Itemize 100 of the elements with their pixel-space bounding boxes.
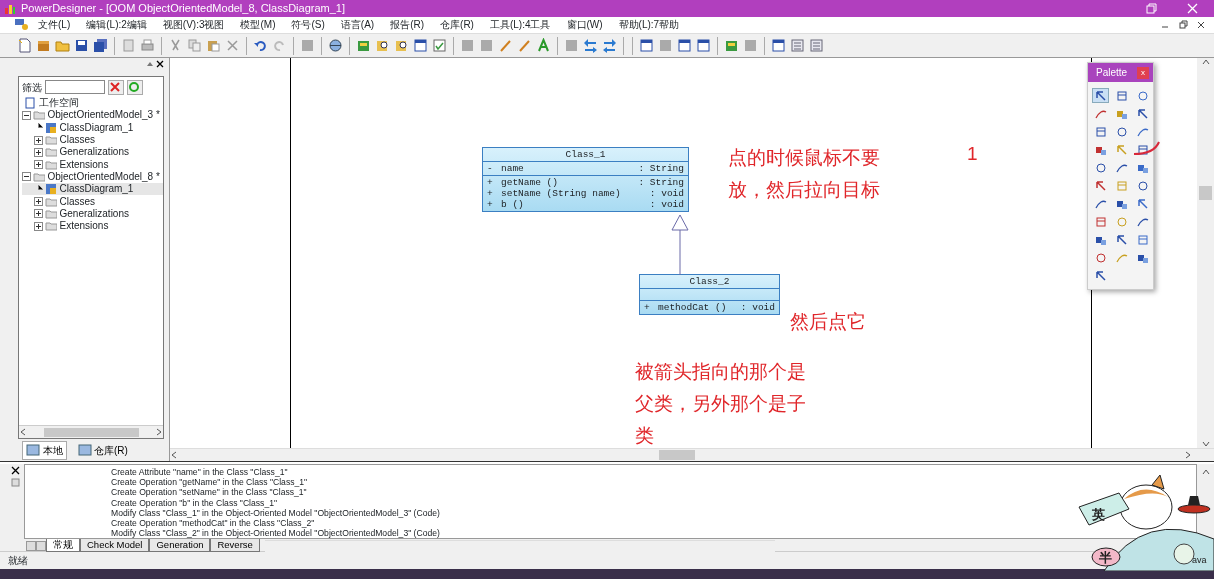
- close-icon[interactable]: [156, 60, 164, 68]
- menu-item[interactable]: 视图(V):3视图: [154, 17, 233, 33]
- restore-icon[interactable]: [1178, 20, 1188, 30]
- expander-icon[interactable]: [21, 172, 31, 182]
- output-tab[interactable]: 常规: [46, 539, 80, 553]
- forward-icon[interactable]: [602, 38, 617, 53]
- new-file-icon[interactable]: [17, 38, 32, 53]
- menu-item[interactable]: 报告(R): [382, 17, 433, 33]
- diagram-icon[interactable]: [413, 38, 428, 53]
- tab-right-icon[interactable]: [36, 540, 46, 551]
- tool-icon: [1115, 179, 1128, 192]
- close-icon[interactable]: [11, 466, 20, 475]
- operation-row: + getName () : String: [487, 177, 684, 188]
- paste-icon[interactable]: [206, 38, 221, 53]
- local-icon: [26, 444, 40, 456]
- palette-tool[interactable]: [1092, 88, 1109, 103]
- scroll-thumb[interactable]: [43, 427, 139, 437]
- save-icon[interactable]: [74, 38, 89, 53]
- back-icon[interactable]: [583, 38, 598, 53]
- menu-item[interactable]: 模型(M): [232, 17, 284, 33]
- menu-item[interactable]: 仓库(R): [432, 17, 482, 33]
- horizontal-scrollbar[interactable]: [19, 425, 163, 438]
- tab-left-icon[interactable]: [26, 540, 36, 551]
- output-tab[interactable]: Reverse: [210, 539, 260, 553]
- menu-item[interactable]: 符号(S): [283, 17, 333, 33]
- restore-icon[interactable]: [1146, 3, 1157, 14]
- menu-item[interactable]: 编辑(L):2编辑: [78, 17, 155, 33]
- window-icon[interactable]: [724, 38, 739, 53]
- cut-icon[interactable]: [168, 38, 183, 53]
- tree-item[interactable]: 工作空间: [37, 97, 80, 110]
- menu-item[interactable]: 语言(A): [332, 17, 383, 33]
- globe-icon[interactable]: [328, 38, 343, 53]
- tree-item[interactable]: Classes: [58, 195, 97, 208]
- menu-item[interactable]: 工具(L):4工具: [481, 17, 559, 33]
- folder-icon: [44, 158, 57, 171]
- tree-item[interactable]: ClassDiagram_1: [58, 121, 135, 134]
- tree-item[interactable]: Generalizations: [58, 207, 130, 220]
- expander-icon[interactable]: [33, 221, 43, 231]
- brush-icon[interactable]: [498, 38, 513, 53]
- output-tab[interactable]: Generation: [149, 539, 211, 553]
- save-all-icon[interactable]: [93, 38, 108, 53]
- clear-filter-button[interactable]: [108, 79, 124, 95]
- tree-item[interactable]: Extensions: [58, 220, 110, 233]
- expander-icon[interactable]: [33, 160, 43, 170]
- scroll-left-icon[interactable]: [19, 428, 27, 436]
- tool-icon: [1136, 179, 1149, 192]
- generalization-arrow: [671, 214, 689, 276]
- scroll-right-icon[interactable]: [1184, 451, 1192, 459]
- expander-icon[interactable]: [33, 147, 43, 157]
- browser-tab[interactable]: 仓库(R): [74, 441, 131, 459]
- undo-icon[interactable]: [253, 38, 268, 53]
- scroll-left-icon[interactable]: [170, 451, 178, 459]
- tree-item[interactable]: ObjectOrientedModel_8 *: [46, 170, 161, 183]
- expander-icon[interactable]: [33, 135, 43, 145]
- delete-icon[interactable]: [225, 38, 240, 53]
- print-icon[interactable]: [140, 38, 155, 53]
- menu-item[interactable]: 文件(L): [30, 17, 79, 33]
- scroll-up-icon[interactable]: [145, 60, 154, 68]
- scroll-right-icon[interactable]: [155, 428, 163, 436]
- diagram-icon: [44, 183, 57, 196]
- check-icon[interactable]: [432, 38, 447, 53]
- scroll-thumb[interactable]: [659, 450, 695, 460]
- output-tab[interactable]: Check Model: [80, 539, 150, 553]
- tool-icon: [1136, 197, 1149, 210]
- window-icon[interactable]: [677, 38, 692, 53]
- tree-item[interactable]: Extensions: [58, 158, 110, 171]
- close-button[interactable]: x: [1137, 66, 1149, 79]
- menu-item[interactable]: 窗口(W): [558, 17, 611, 33]
- tree-item[interactable]: Generalizations: [58, 146, 130, 159]
- font-icon[interactable]: [536, 38, 551, 53]
- scroll-down-icon[interactable]: [1201, 440, 1210, 448]
- vertical-scrollbar[interactable]: [1197, 58, 1214, 448]
- menu-app-icon[interactable]: [14, 18, 30, 32]
- window-icon[interactable]: [696, 38, 711, 53]
- tool-icon: [1136, 143, 1149, 156]
- tool-icon: [1094, 89, 1107, 102]
- window-title: PowerDesigner - [OOM ObjectOrientedModel_8, ClassDiagram_1]: [21, 1, 346, 17]
- tree-item[interactable]: Classes: [58, 134, 97, 147]
- horizontal-scrollbar[interactable]: [170, 448, 1214, 461]
- expander-icon[interactable]: [33, 209, 43, 219]
- tree-item[interactable]: ObjectOrientedModel_3 *: [46, 109, 161, 122]
- menu-item[interactable]: 帮助(L):7帮助: [610, 17, 688, 33]
- scroll-thumb[interactable]: [1199, 186, 1212, 200]
- language-toggle[interactable]: 英: [1092, 505, 1105, 525]
- tool-icon: [1115, 215, 1128, 228]
- expander-icon[interactable]: [21, 110, 31, 120]
- scroll-up-icon[interactable]: [1201, 468, 1210, 476]
- window-icon[interactable]: [639, 38, 654, 53]
- scroll-up-icon[interactable]: [1201, 58, 1210, 66]
- browser-tab[interactable]: 本地: [22, 440, 67, 460]
- box-icon[interactable]: [36, 38, 51, 53]
- refresh-button[interactable]: [127, 79, 143, 95]
- window-icon[interactable]: [771, 38, 786, 53]
- expander-icon[interactable]: [33, 197, 43, 206]
- class-name: Class_1: [483, 148, 688, 162]
- close-icon[interactable]: [1196, 20, 1206, 30]
- filter-field[interactable]: [45, 80, 105, 94]
- workspace-icon: [23, 97, 36, 110]
- log-line: Create Operation "methodCat" in the Class "Class_2": [111, 518, 315, 529]
- annotation-text: 点的时候鼠标不要放，然后拉向目标: [728, 146, 881, 202]
